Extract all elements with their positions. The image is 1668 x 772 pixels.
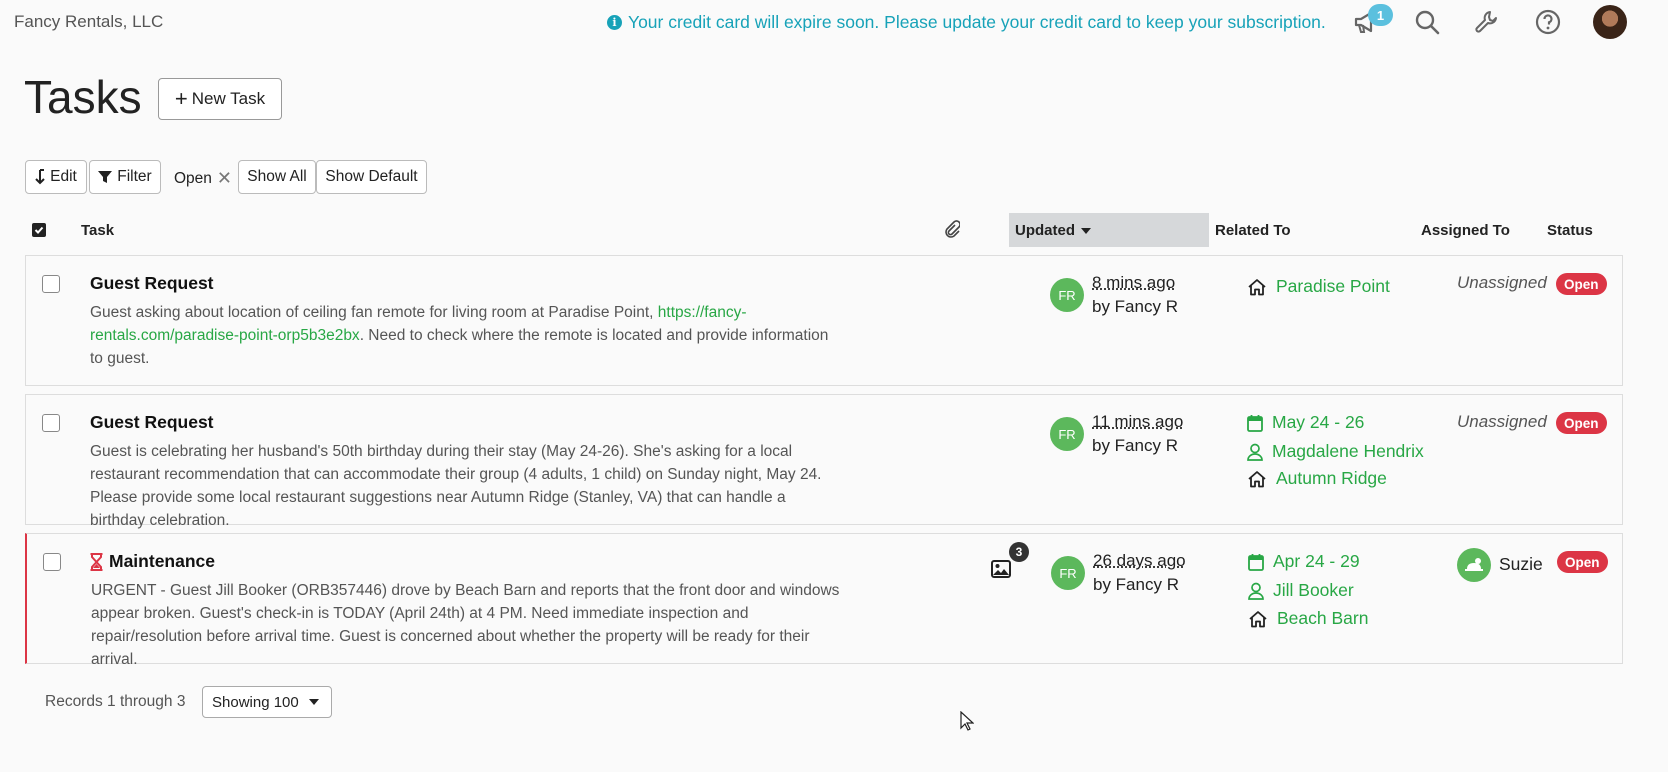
records-count: Records 1 through 3 [45,693,186,710]
status-badge: Open [1556,273,1607,295]
guest-name: Magdalene Hendrix [1272,441,1424,461]
search-icon[interactable] [1411,6,1443,38]
sort-arrow-icon [35,169,45,185]
caret-down-icon [308,699,319,705]
table-row[interactable]: Guest Request Guest is celebrating her h… [25,394,1623,529]
company-name[interactable]: Fancy Rentals, LLC [14,12,163,32]
close-icon[interactable]: ✕ [217,168,232,189]
updated-time[interactable]: 11 mins ago [1092,412,1183,432]
task-title[interactable]: Guest Request [90,412,214,433]
user-icon [1248,582,1264,600]
column-header-related-to[interactable]: Related To [1215,222,1291,239]
image-attachment-icon[interactable] [991,560,1011,578]
updated-time[interactable]: 26 days ago [1093,551,1186,571]
mouse-cursor-icon [960,710,975,736]
calendar-icon [1247,414,1263,432]
table-row[interactable]: Guest Request Guest asking about locatio… [25,255,1623,386]
column-header-task[interactable]: Task [81,222,114,239]
new-task-button[interactable]: + New Task [158,78,282,120]
filter-label: Filter [117,168,152,185]
task-title-wrap[interactable]: Maintenance [90,551,215,572]
task-title: Maintenance [109,551,215,571]
user-mascot-icon [1465,558,1483,571]
status-badge: Open [1557,551,1608,573]
edit-button[interactable]: Edit [25,160,87,194]
avatar [1457,548,1491,582]
related-guest[interactable]: Jill Booker [1248,580,1354,601]
announcement-badge: 1 [1368,4,1393,26]
property-name: Autumn Ridge [1276,468,1387,488]
guest-name: Jill Booker [1273,580,1354,600]
task-description: Guest asking about location of ceiling f… [90,301,830,370]
related-guest[interactable]: Magdalene Hendrix [1247,441,1424,462]
task-description: URGENT - Guest Jill Booker (ORB357446) d… [91,582,840,668]
updated-by: by Fancy R [1092,436,1178,455]
row-checkbox[interactable] [42,414,60,432]
assigned-to: Unassigned [1457,412,1547,431]
page-size-select[interactable]: Showing 100 [202,686,332,718]
column-header-updated[interactable]: Updated [1015,222,1091,239]
property-name: Paradise Point [1276,276,1390,296]
select-all-checkbox[interactable] [32,223,46,237]
user-avatar[interactable] [1593,5,1627,39]
related-dates[interactable]: Apr 24 - 29 [1248,551,1360,572]
updated-by: by Fancy R [1093,575,1179,594]
avatar: FR [1050,417,1084,451]
caret-down-icon [1081,227,1091,234]
plus-icon: + [174,86,188,111]
top-bar: Fancy Rentals, LLC i Your credit card wi… [0,0,1668,44]
credit-card-notice[interactable]: i Your credit card will expire soon. Ple… [607,12,1326,33]
related-dates[interactable]: May 24 - 26 [1247,412,1364,433]
page-size-label: Showing 100 [212,693,299,711]
task-description: Guest is celebrating her husband's 50th … [90,443,822,529]
active-filter-chip: Open ✕ [174,168,232,189]
avatar: FR [1050,278,1084,312]
reservation-dates: Apr 24 - 29 [1273,551,1360,571]
status-badge: Open [1556,412,1607,434]
active-filter-label: Open [174,169,212,187]
property-name: Beach Barn [1277,608,1369,628]
user-icon [1247,443,1263,461]
updated-by: by Fancy R [1092,297,1178,316]
home-icon [1249,610,1267,627]
hourglass-icon [90,552,103,571]
calendar-icon [1248,553,1264,571]
related-property[interactable]: Beach Barn [1248,608,1368,629]
task-title[interactable]: Guest Request [90,273,214,294]
new-task-label: New Task [191,89,266,108]
updated-label: Updated [1015,222,1075,239]
page-title: Tasks [24,71,142,123]
show-all-button[interactable]: Show All [238,160,316,194]
paperclip-icon[interactable] [944,220,961,242]
notice-text[interactable]: Your credit card will expire soon. Pleas… [628,12,1326,33]
help-icon[interactable] [1532,6,1564,38]
description-text: Guest asking about location of ceiling f… [90,304,658,321]
info-icon: i [607,15,622,30]
related-property[interactable]: Autumn Ridge [1247,468,1387,489]
home-icon [1248,470,1266,487]
row-checkbox[interactable] [42,275,60,293]
column-header-status[interactable]: Status [1547,222,1593,239]
table-row[interactable]: Maintenance URGENT - Guest Jill Booker (… [25,533,1623,668]
show-default-button[interactable]: Show Default [316,160,427,194]
column-header-assigned-to[interactable]: Assigned To [1421,222,1510,239]
home-icon [1248,278,1266,295]
filter-icon [98,171,113,183]
assigned-to: Unassigned [1457,273,1547,292]
wrench-icon[interactable] [1471,6,1503,38]
filter-button[interactable]: Filter [89,160,161,194]
assigned-to: Suzie [1499,554,1543,574]
avatar: FR [1051,556,1085,590]
updated-time[interactable]: 8 mins ago [1092,273,1175,293]
row-checkbox[interactable] [43,553,61,571]
attachment-count-badge: 3 [1009,542,1029,562]
reservation-dates: May 24 - 26 [1272,412,1365,432]
edit-label: Edit [50,168,77,185]
related-property[interactable]: Paradise Point [1247,276,1390,297]
